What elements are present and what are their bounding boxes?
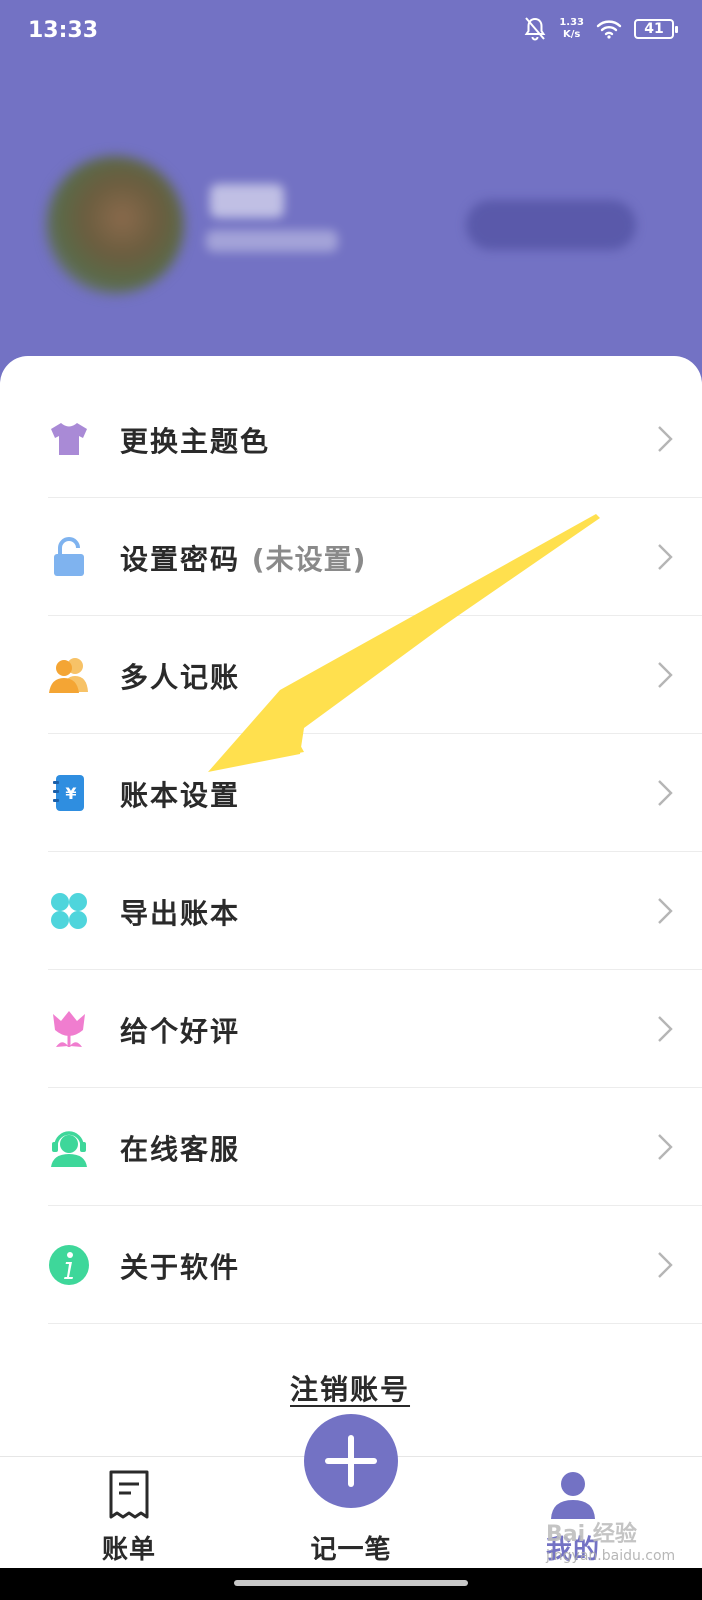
tab-bills[interactable]: 账单 xyxy=(54,1457,204,1569)
menu-item-label: 多人记账 xyxy=(120,661,241,694)
bill-icon xyxy=(109,1470,149,1519)
user-icon xyxy=(551,1472,595,1519)
tshirt-icon xyxy=(51,423,87,455)
menu-item-label: 更换主题色 xyxy=(120,425,271,458)
menu-item-export-ledger[interactable]: 导出账本 xyxy=(0,852,702,970)
divider xyxy=(48,1323,702,1324)
menu-item-label: 在线客服 xyxy=(120,1133,241,1166)
menu-item-label: 关于软件 xyxy=(120,1251,241,1284)
avatar[interactable] xyxy=(46,156,184,294)
plus-icon xyxy=(325,1435,377,1487)
tab-label: 记一笔 xyxy=(310,1535,392,1565)
watermark-brand: Bai 经验 xyxy=(546,1522,637,1547)
menu-item-theme-color[interactable]: 更换主题色 xyxy=(0,380,702,498)
home-indicator[interactable] xyxy=(234,1580,468,1586)
headset-icon xyxy=(51,1131,87,1167)
users-icon xyxy=(49,658,88,693)
menu-item-online-support[interactable]: 在线客服 xyxy=(0,1088,702,1206)
menu-item-label: 账本设置 xyxy=(120,779,241,812)
menu-item-ledger-settings[interactable]: ¥ 账本设置 xyxy=(0,734,702,852)
logout-link[interactable]: 注销账号 xyxy=(290,1368,410,1408)
watermark: Bai 经验 jingyan.baidu.com xyxy=(546,1516,675,1564)
password-status: (未设置) xyxy=(251,543,367,576)
profile-action-button[interactable] xyxy=(466,200,636,250)
info-icon xyxy=(49,1245,89,1285)
menu-item-label: 设置密码 (未设置) xyxy=(120,543,367,576)
menu-item-about[interactable]: 关于软件 xyxy=(0,1206,702,1324)
chevron-right-icon xyxy=(658,544,673,570)
menu-item-multi-user[interactable]: 多人记账 xyxy=(0,616,702,734)
watermark-url: jingyan.baidu.com xyxy=(546,1548,676,1564)
profile-header xyxy=(0,64,702,364)
svg-text:¥: ¥ xyxy=(65,784,76,803)
menu-item-label: 导出账本 xyxy=(120,897,241,930)
menu-item-set-password[interactable]: 设置密码 (未设置) xyxy=(0,498,702,616)
ledger-icon: ¥ xyxy=(53,775,84,811)
menu-list: 更换主题色 设置密码 (未设置) 多人记账 ¥ 账本设置 导出账本 给个好评 在… xyxy=(0,380,702,1324)
chevron-right-icon xyxy=(658,1134,673,1160)
status-time: 13:33 xyxy=(28,18,99,43)
add-record-button[interactable] xyxy=(304,1414,398,1508)
tulip-icon xyxy=(53,1011,85,1047)
clover-icon xyxy=(51,893,87,929)
system-nav-bar xyxy=(0,1568,702,1600)
user-subtitle xyxy=(206,230,338,252)
status-bar: 13:33 1.33 K/s 41 xyxy=(0,0,702,64)
user-name xyxy=(210,184,284,218)
wifi-icon xyxy=(596,20,622,39)
chevron-right-icon xyxy=(658,1016,673,1042)
bell-off-icon xyxy=(524,17,546,41)
battery-indicator: 41 xyxy=(634,19,678,39)
status-icons: 1.33 K/s 41 xyxy=(523,16,678,42)
chevron-right-icon xyxy=(658,426,673,452)
chevron-right-icon xyxy=(658,898,673,924)
chevron-right-icon xyxy=(658,662,673,688)
lock-icon xyxy=(54,537,84,576)
chevron-right-icon xyxy=(658,780,673,806)
menu-item-label: 给个好评 xyxy=(120,1015,241,1048)
tab-label: 账单 xyxy=(101,1535,156,1565)
menu-item-rate-app[interactable]: 给个好评 xyxy=(0,970,702,1088)
chevron-right-icon xyxy=(658,1252,673,1278)
net-speed: 1.33 K/s xyxy=(559,17,584,40)
